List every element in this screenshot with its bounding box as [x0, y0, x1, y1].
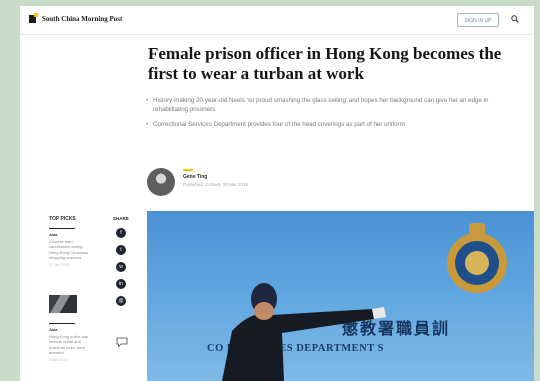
sign-in-button[interactable]: SIGN IN UP [457, 13, 499, 27]
article-headline: Female prison officer in Hong Kong becom… [148, 44, 502, 83]
whatsapp-share-icon[interactable]: w [116, 262, 126, 272]
article-hero-image[interactable]: 懲教署職員訓 CO L SERVICES DEPARTMENT S [147, 211, 534, 381]
author-accent-bar [183, 169, 193, 171]
correctional-services-emblem [447, 223, 507, 293]
summary-bullet: Correctional Services Department provide… [146, 120, 516, 129]
article-summary: History-making 20-year-old Neels ‘so pro… [146, 96, 516, 135]
pick-tag: Asia [49, 327, 58, 332]
email-share-icon[interactable]: @ [116, 296, 126, 306]
logo-mark[interactable] [29, 13, 38, 23]
site-logo-text[interactable]: South China Morning Post [42, 15, 122, 23]
top-picks-title: TOP PICKS [49, 216, 76, 222]
pick-tag: Asia [49, 232, 58, 237]
article-page: South China Morning Post SIGN IN UP Fema… [20, 6, 534, 381]
top-pick-item[interactable]: Asia Chinese man cannibalism during Hong… [49, 228, 89, 267]
author-name[interactable]: Gene Ting [183, 174, 207, 180]
publish-date: Published: 2:45am, 30 Mar 2019 [183, 182, 249, 187]
divider [49, 228, 75, 229]
top-pick-item[interactable]: Asia Hong Kong police say several rental… [49, 323, 89, 362]
share-title: SHARE [113, 216, 129, 221]
top-bar: South China Morning Post SIGN IN UP [20, 6, 534, 35]
author-avatar[interactable] [147, 168, 175, 196]
twitter-share-icon[interactable]: t [116, 245, 126, 255]
linkedin-share-icon[interactable]: in [116, 279, 126, 289]
officer-figure [222, 283, 386, 381]
pick-title[interactable]: Chinese man cannibalism during Hong Kong… [49, 239, 89, 261]
summary-bullet: History-making 20-year-old Neels ‘so pro… [146, 96, 516, 114]
search-icon[interactable] [511, 15, 519, 23]
comment-icon[interactable] [116, 337, 128, 347]
pick-time: 22 Jan 2019 [49, 262, 69, 267]
divider [49, 323, 75, 324]
facebook-share-icon[interactable]: f [116, 228, 126, 238]
pick-time: 2 Mar 2019 [49, 357, 68, 362]
pick-title[interactable]: Hong Kong police say several rental and … [49, 334, 89, 356]
pick-thumbnail[interactable] [49, 295, 77, 313]
